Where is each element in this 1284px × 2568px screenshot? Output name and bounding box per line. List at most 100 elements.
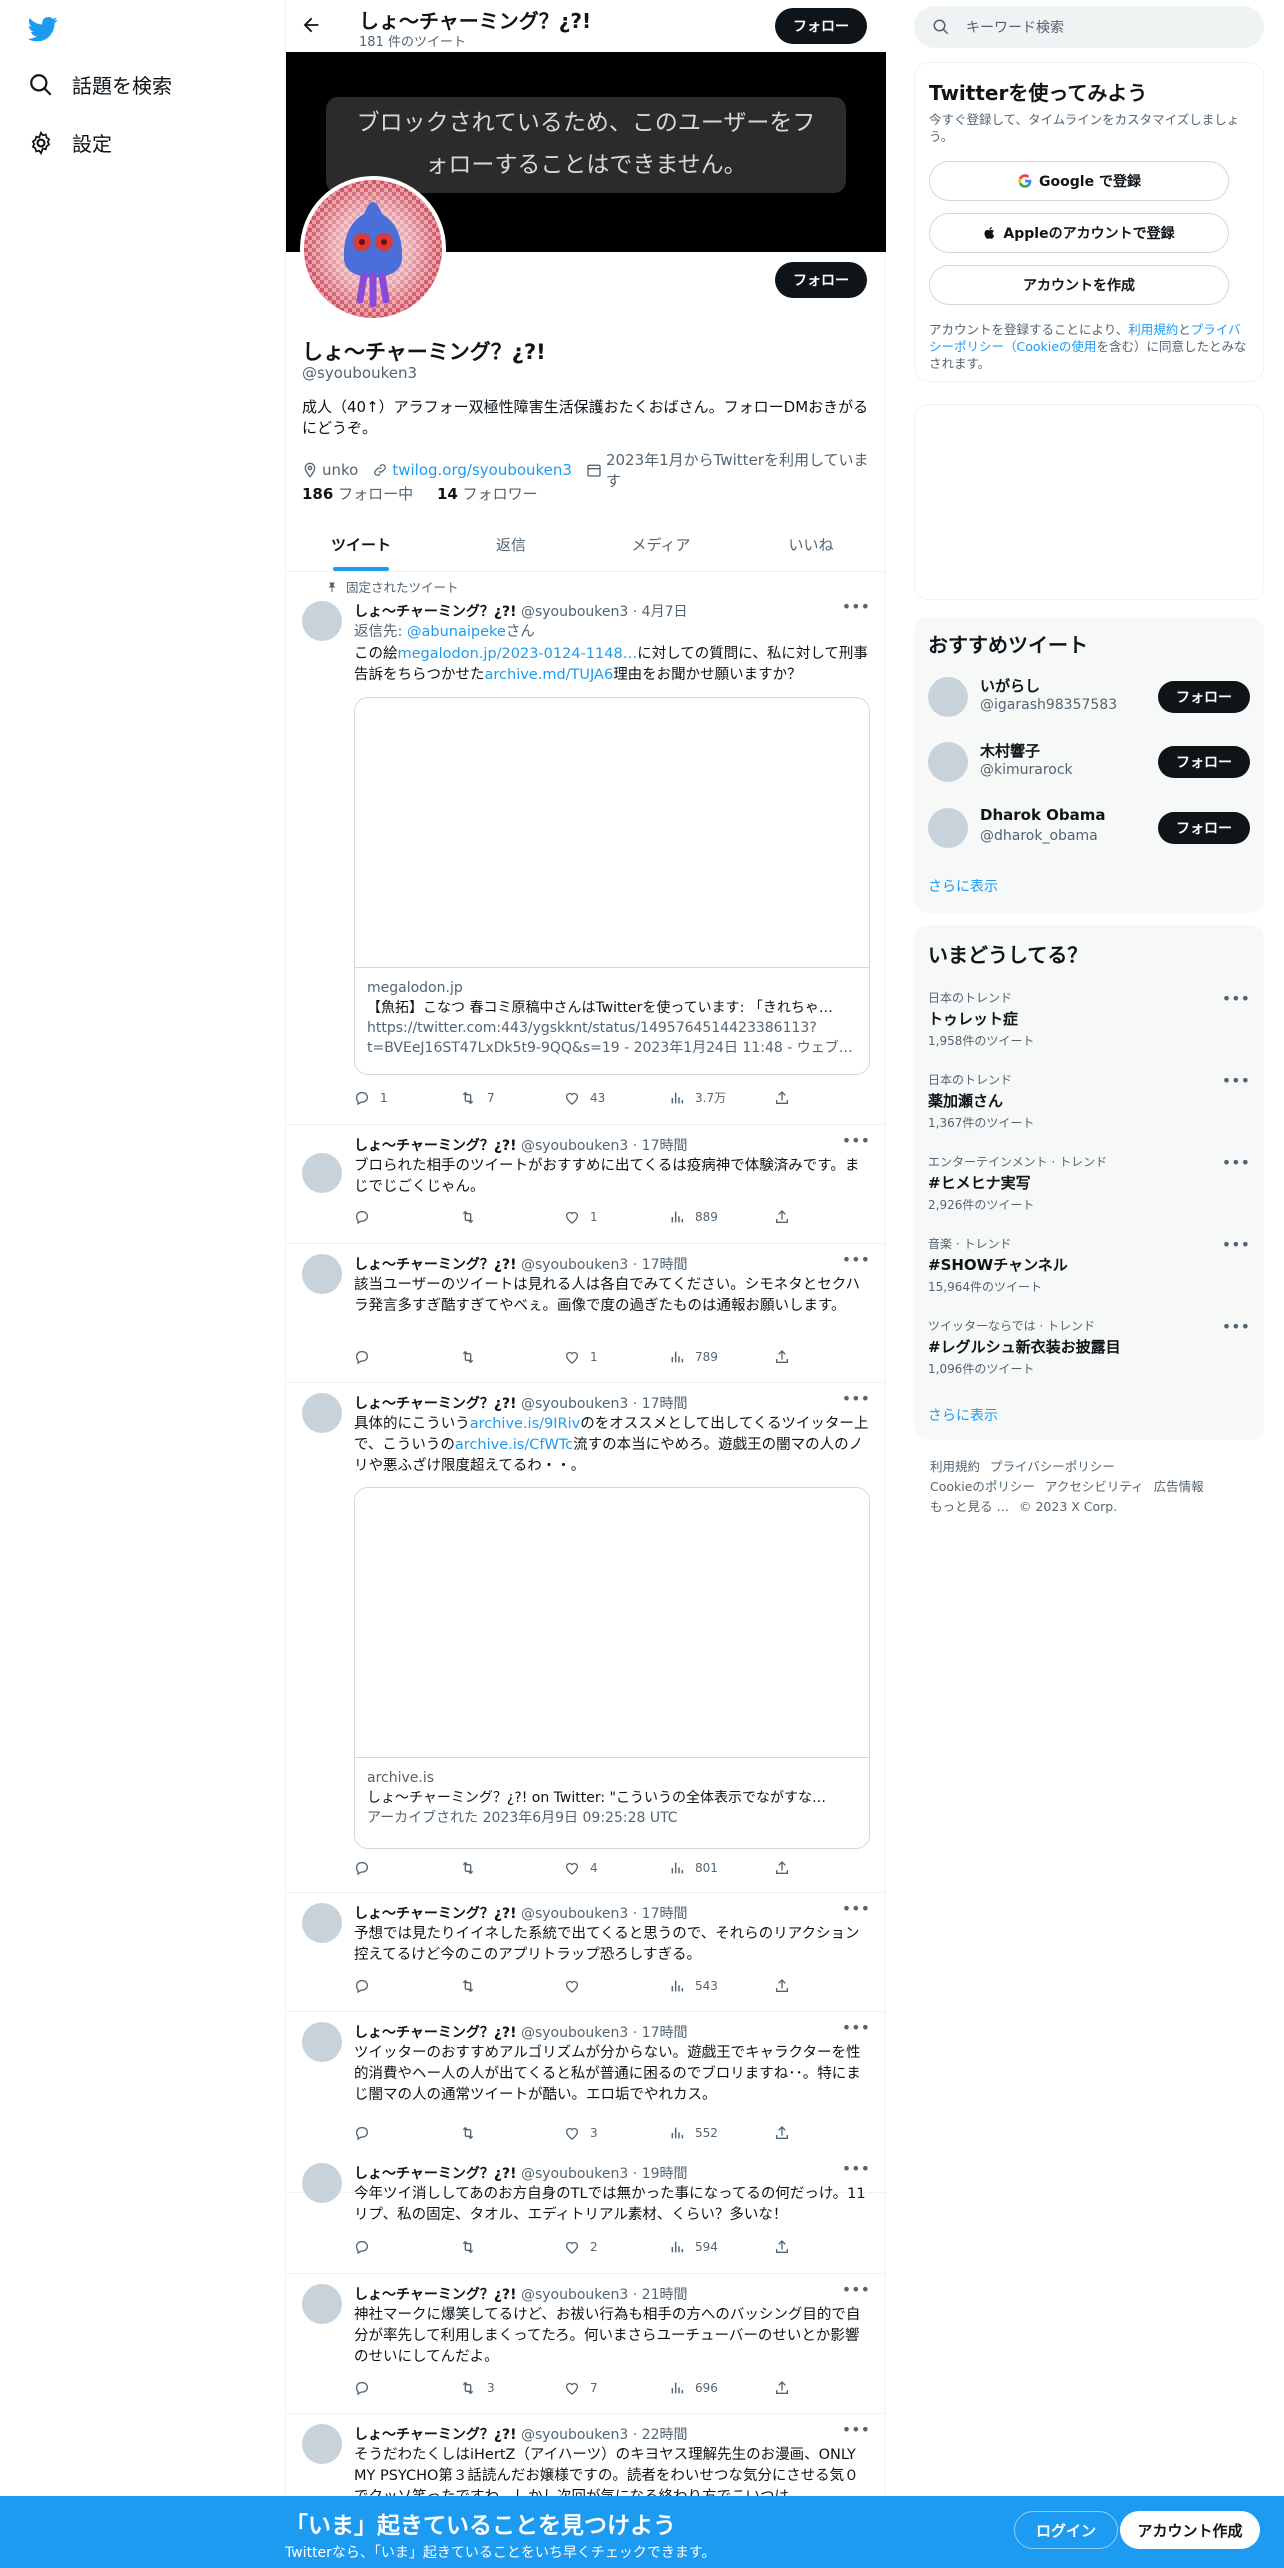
more-options-icon[interactable]: •••: [1222, 1153, 1250, 1172]
tweet-avatar[interactable]: [302, 2284, 342, 2324]
reply-button[interactable]: [354, 1209, 442, 1225]
retweet-button[interactable]: [459, 1978, 547, 1994]
views-button[interactable]: 552: [669, 2125, 757, 2141]
profile-follow-button[interactable]: フォロー: [775, 262, 867, 298]
reply-button[interactable]: [354, 1978, 442, 1994]
retweet-button[interactable]: [459, 1209, 547, 1225]
trend-item[interactable]: 音楽 · トレンド #SHOWチャンネル 15,964件のツイート •••: [928, 1235, 1250, 1305]
show-more-link[interactable]: さらに表示: [928, 876, 998, 896]
link-card[interactable]: megalodon.jp 【魚拓】こなつ 春コミ原稿中さんはTwitterを使っ…: [354, 697, 870, 1075]
suggested-user[interactable]: Dharok Obama @dharok_obama フォロー: [928, 804, 1250, 852]
nav-settings[interactable]: 設定: [28, 128, 112, 157]
like-button[interactable]: [564, 1978, 652, 1994]
tweet-avatar[interactable]: [302, 1393, 342, 1433]
suggested-user[interactable]: いがらし @igarash98357583 フォロー: [928, 673, 1250, 721]
like-button[interactable]: 7: [564, 2380, 652, 2396]
header-follow-button[interactable]: フォロー: [775, 8, 867, 44]
trend-item[interactable]: エンターテインメント · トレンド #ヒメヒナ実写 2,926件のツイート ••…: [928, 1153, 1250, 1223]
tab-replies[interactable]: 返信: [436, 520, 586, 571]
tweet-avatar[interactable]: [302, 2163, 342, 2203]
apple-signup-button[interactable]: Appleのアカウントで登録: [929, 213, 1229, 253]
like-button[interactable]: 1: [564, 1349, 652, 1365]
link-card[interactable]: archive.is しょ〜チャーミング？¿?! on Twitter: "こう…: [354, 1487, 870, 1849]
avatar[interactable]: [928, 677, 968, 717]
retweet-button[interactable]: 7: [459, 1089, 547, 1106]
tweet-avatar[interactable]: [302, 2424, 342, 2464]
retweet-button[interactable]: [459, 2239, 547, 2255]
nav-explore[interactable]: 話題を検索: [28, 70, 172, 99]
reply-button[interactable]: [354, 1349, 442, 1365]
views-button[interactable]: 543: [669, 1978, 757, 1994]
tweet-link[interactable]: archive.md/TUJA6: [485, 667, 614, 683]
views-button[interactable]: 696: [669, 2380, 757, 2396]
profile-url[interactable]: twilog.org/syoubouken3: [392, 461, 572, 479]
signup-button[interactable]: アカウント作成: [1120, 2511, 1260, 2549]
more-options-icon[interactable]: •••: [842, 1389, 870, 1408]
views-button[interactable]: 801: [669, 1860, 757, 1876]
more-options-icon[interactable]: •••: [842, 1899, 870, 1918]
avatar[interactable]: [928, 808, 968, 848]
tweet[interactable]: しょ〜チャーミング？¿?! @syoubouken3 · 19時間 ••• 今年…: [286, 2153, 886, 2274]
follow-button[interactable]: フォロー: [1158, 812, 1250, 844]
share-button[interactable]: [774, 2239, 794, 2255]
tweet-avatar[interactable]: [302, 1153, 342, 1193]
tweet[interactable]: しょ〜チャーミング？¿?! @syoubouken3 · 17時間 ••• 該当…: [286, 1244, 886, 1383]
footer-cookie[interactable]: Cookieのポリシー: [930, 1479, 1035, 1494]
more-options-icon[interactable]: •••: [1222, 989, 1250, 1008]
tweet[interactable]: 固定されたツイート しょ〜チャーミング？¿?! @syoubouken3 · 4…: [286, 573, 886, 1125]
suggested-user[interactable]: 木村響子 @kimurarock フォロー: [928, 738, 1250, 786]
tab-media[interactable]: メディア: [586, 520, 736, 571]
twitter-logo-icon[interactable]: [28, 14, 58, 44]
tab-tweets[interactable]: ツイート: [286, 520, 436, 571]
views-button[interactable]: 789: [669, 1349, 757, 1365]
follow-button[interactable]: フォロー: [1158, 746, 1250, 778]
create-account-button[interactable]: アカウントを作成: [929, 265, 1229, 305]
back-arrow-icon[interactable]: [300, 14, 322, 36]
footer-more[interactable]: もっと見る …: [930, 1499, 1009, 1514]
tweet-avatar[interactable]: [302, 1903, 342, 1943]
trend-item[interactable]: 日本のトレンド 薬加瀬さん 1,367件のツイート •••: [928, 1071, 1250, 1141]
following-link[interactable]: 186 フォロー中: [302, 485, 413, 503]
share-button[interactable]: [774, 1349, 794, 1365]
more-options-icon[interactable]: •••: [842, 2420, 870, 2439]
more-options-icon[interactable]: •••: [842, 1131, 870, 1150]
like-button[interactable]: 1: [564, 1209, 652, 1225]
mention-link[interactable]: @abunaipeke: [407, 624, 506, 640]
more-options-icon[interactable]: •••: [842, 2018, 870, 2037]
more-options-icon[interactable]: •••: [1222, 1235, 1250, 1254]
like-button[interactable]: 3: [564, 2125, 652, 2141]
tos-link[interactable]: 利用規約: [1128, 322, 1178, 337]
reply-button[interactable]: [354, 2239, 442, 2255]
more-options-icon[interactable]: •••: [842, 2159, 870, 2178]
tweet[interactable]: しょ〜チャーミング？¿?! @syoubouken3 · 17時間 ••• ブロ…: [286, 1125, 886, 1244]
more-options-icon[interactable]: •••: [1222, 1317, 1250, 1336]
tweet-avatar[interactable]: [302, 2022, 342, 2062]
tweet[interactable]: しょ〜チャーミング？¿?! @syoubouken3 · 17時間 ••• 具体…: [286, 1383, 886, 1893]
follow-button[interactable]: フォロー: [1158, 681, 1250, 713]
tweet-link[interactable]: archive.is/CfWTc: [455, 1437, 573, 1453]
profile-avatar[interactable]: [300, 176, 446, 322]
share-button[interactable]: [774, 2125, 794, 2141]
more-options-icon[interactable]: •••: [842, 2280, 870, 2299]
reply-button[interactable]: 1: [354, 1089, 442, 1106]
trend-item[interactable]: 日本のトレンド トゥレット症 1,958件のツイート •••: [928, 989, 1250, 1059]
login-button[interactable]: ログイン: [1014, 2511, 1118, 2549]
retweet-button[interactable]: [459, 2125, 547, 2141]
retweet-button[interactable]: 3: [459, 2380, 547, 2396]
share-button[interactable]: [774, 1978, 794, 1994]
search-box[interactable]: キーワード検索: [914, 6, 1264, 48]
like-button[interactable]: 43: [564, 1089, 652, 1106]
like-button[interactable]: 2: [564, 2239, 652, 2255]
share-button[interactable]: [774, 2380, 794, 2396]
views-button[interactable]: 889: [669, 1209, 757, 1225]
share-button[interactable]: [774, 1209, 794, 1225]
share-button[interactable]: [774, 1089, 794, 1106]
google-signup-button[interactable]: Google で登録: [929, 161, 1229, 201]
followers-link[interactable]: 14 フォロワー: [437, 485, 538, 503]
retweet-button[interactable]: [459, 1860, 547, 1876]
tab-likes[interactable]: いいね: [736, 520, 886, 571]
more-options-icon[interactable]: •••: [842, 597, 870, 616]
footer-tos[interactable]: 利用規約: [930, 1459, 980, 1474]
tweet-avatar[interactable]: [302, 1254, 342, 1294]
tweet[interactable]: しょ〜チャーミング？¿?! @syoubouken3 · 17時間 ••• 予想…: [286, 1893, 886, 2012]
